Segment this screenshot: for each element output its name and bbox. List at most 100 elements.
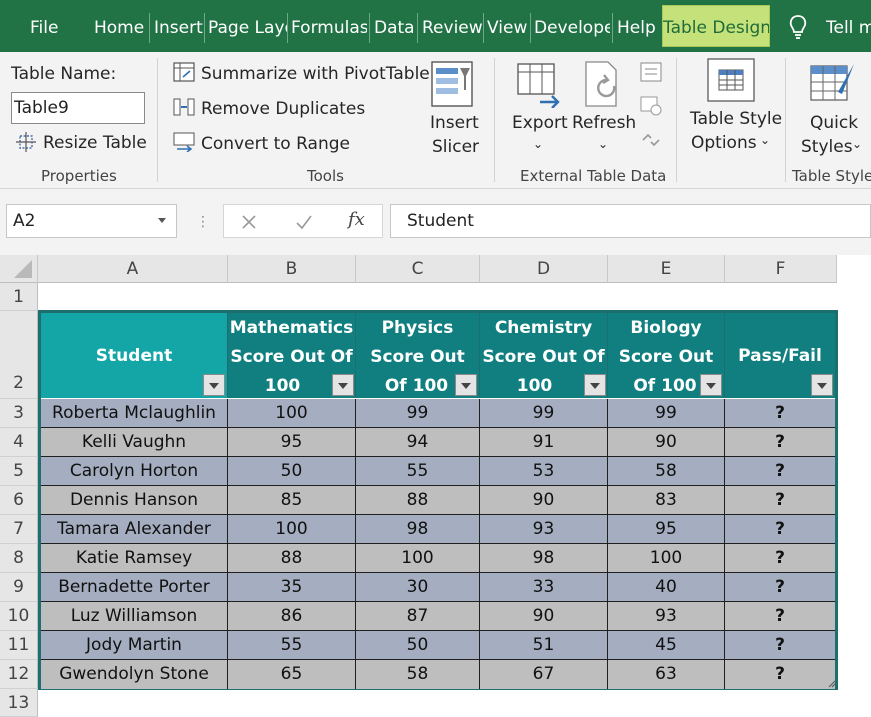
cell-physics[interactable]: 30 (356, 573, 480, 602)
table-style-options-label-1[interactable]: Table Style (690, 109, 782, 129)
cell-biology[interactable]: 99 (608, 399, 725, 428)
cell-chemistry[interactable]: 33 (480, 573, 608, 602)
cell-chemistry[interactable]: 67 (480, 660, 608, 689)
column-header-a[interactable]: A (38, 255, 228, 283)
cell-mathematics[interactable]: 95 (228, 428, 356, 457)
table-name-input[interactable] (11, 92, 145, 124)
table-style-options-chevron-icon[interactable]: ⌄ (760, 133, 770, 147)
cell-physics[interactable]: 55 (356, 457, 480, 486)
column-header-e[interactable]: E (608, 255, 725, 283)
row-header-5[interactable]: 5 (0, 457, 38, 486)
cell-mathematics[interactable]: 100 (228, 515, 356, 544)
cell-student[interactable]: Katie Ramsey (41, 544, 228, 573)
table-resize-handle-icon[interactable] (828, 680, 836, 688)
resize-table-button[interactable]: Resize Table (43, 133, 147, 153)
cell-physics[interactable]: 98 (356, 515, 480, 544)
row-header-12[interactable]: 12 (0, 660, 38, 689)
cell-pass-fail[interactable]: ? (725, 486, 835, 515)
cell-physics[interactable]: 100 (356, 544, 480, 573)
column-header-d[interactable]: D (480, 255, 608, 283)
tab-developer[interactable]: Develope (534, 0, 610, 52)
cell-mathematics[interactable]: 55 (228, 631, 356, 660)
cell-biology[interactable]: 63 (608, 660, 725, 689)
cell-mathematics[interactable]: 85 (228, 486, 356, 515)
tab-file[interactable]: File (30, 0, 60, 52)
tab-home[interactable]: Home (94, 0, 146, 52)
tab-help[interactable]: Help (617, 0, 657, 52)
tab-page-layout[interactable]: Page Layc (208, 0, 287, 52)
cell-mathematics[interactable]: 88 (228, 544, 356, 573)
cell-physics[interactable]: 58 (356, 660, 480, 689)
cell-student[interactable]: Carolyn Horton (41, 457, 228, 486)
column-header-b[interactable]: B (228, 255, 356, 283)
cell-chemistry[interactable]: 93 (480, 515, 608, 544)
cell-biology[interactable]: 40 (608, 573, 725, 602)
insert-slicer-label-1[interactable]: Insert (430, 113, 479, 133)
table-style-options-label-2[interactable]: Options (691, 133, 757, 153)
filter-dropdown-icon[interactable] (455, 374, 477, 396)
tab-data[interactable]: Data (374, 0, 414, 52)
filter-dropdown-icon[interactable] (203, 374, 225, 396)
column-header-f[interactable]: F (725, 255, 837, 283)
row-header-10[interactable]: 10 (0, 602, 38, 631)
cell-student[interactable]: Gwendolyn Stone (41, 660, 228, 689)
cell-physics[interactable]: 50 (356, 631, 480, 660)
cell-pass-fail[interactable]: ? (725, 428, 835, 457)
row-header-8[interactable]: 8 (0, 544, 38, 573)
cell-physics[interactable]: 87 (356, 602, 480, 631)
filter-dropdown-icon[interactable] (332, 374, 354, 396)
cell-student[interactable]: Kelli Vaughn (41, 428, 228, 457)
cell-chemistry[interactable]: 90 (480, 486, 608, 515)
tab-formulas[interactable]: Formulas (291, 0, 367, 52)
header-cell-student[interactable]: Student (41, 313, 228, 398)
tab-table-design[interactable]: Table Design (662, 5, 770, 47)
cell-chemistry[interactable]: 99 (480, 399, 608, 428)
cell-biology[interactable]: 83 (608, 486, 725, 515)
tab-view[interactable]: View (487, 0, 527, 52)
export-button[interactable]: Export (512, 113, 568, 133)
cell-pass-fail[interactable]: ? (725, 515, 835, 544)
row-header-2[interactable]: 2 (0, 311, 38, 399)
cell-biology[interactable]: 45 (608, 631, 725, 660)
row-header-1[interactable]: 1 (0, 283, 38, 311)
cell-student[interactable]: Roberta Mclaughlin (41, 399, 228, 428)
convert-to-range-button[interactable]: Convert to Range (201, 134, 350, 154)
insert-slicer-label-2[interactable]: Slicer (432, 137, 479, 157)
cell-student[interactable]: Jody Martin (41, 631, 228, 660)
row-header-13[interactable]: 13 (0, 689, 38, 717)
remove-duplicates-button[interactable]: Remove Duplicates (201, 99, 365, 119)
cell-mathematics[interactable]: 100 (228, 399, 356, 428)
cell-chemistry[interactable]: 91 (480, 428, 608, 457)
cell-physics[interactable]: 88 (356, 486, 480, 515)
cell-mathematics[interactable]: 50 (228, 457, 356, 486)
cancel-icon[interactable] (241, 214, 257, 230)
tab-tell-me[interactable]: Tell m (826, 0, 871, 52)
cell-physics[interactable]: 94 (356, 428, 480, 457)
export-chevron-icon[interactable]: ⌄ (533, 137, 543, 151)
cell-pass-fail[interactable]: ? (725, 573, 835, 602)
name-box-dropdown-icon[interactable] (158, 218, 166, 223)
row-header-7[interactable]: 7 (0, 515, 38, 544)
column-header-c[interactable]: C (356, 255, 480, 283)
cell-chemistry[interactable]: 53 (480, 457, 608, 486)
filter-dropdown-icon[interactable] (700, 374, 722, 396)
cell-physics[interactable]: 99 (356, 399, 480, 428)
cell-chemistry[interactable]: 98 (480, 544, 608, 573)
row-header-4[interactable]: 4 (0, 428, 38, 457)
cell-student[interactable]: Dennis Hanson (41, 486, 228, 515)
cell-chemistry[interactable]: 90 (480, 602, 608, 631)
cell-mathematics[interactable]: 86 (228, 602, 356, 631)
tab-review[interactable]: Review (422, 0, 482, 52)
cell-chemistry[interactable]: 51 (480, 631, 608, 660)
cell-student[interactable]: Bernadette Porter (41, 573, 228, 602)
quick-styles-chevron-icon[interactable]: ⌄ (852, 137, 862, 151)
lightbulb-icon[interactable] (787, 14, 809, 40)
filter-dropdown-icon[interactable] (811, 374, 833, 396)
quick-styles-label-2[interactable]: Styles (801, 137, 853, 157)
cell-student[interactable]: Tamara Alexander (41, 515, 228, 544)
row-header-9[interactable]: 9 (0, 573, 38, 602)
cell-biology[interactable]: 90 (608, 428, 725, 457)
enter-check-icon[interactable] (295, 214, 313, 230)
row-header-11[interactable]: 11 (0, 631, 38, 660)
cell-pass-fail[interactable]: ? (725, 544, 835, 573)
